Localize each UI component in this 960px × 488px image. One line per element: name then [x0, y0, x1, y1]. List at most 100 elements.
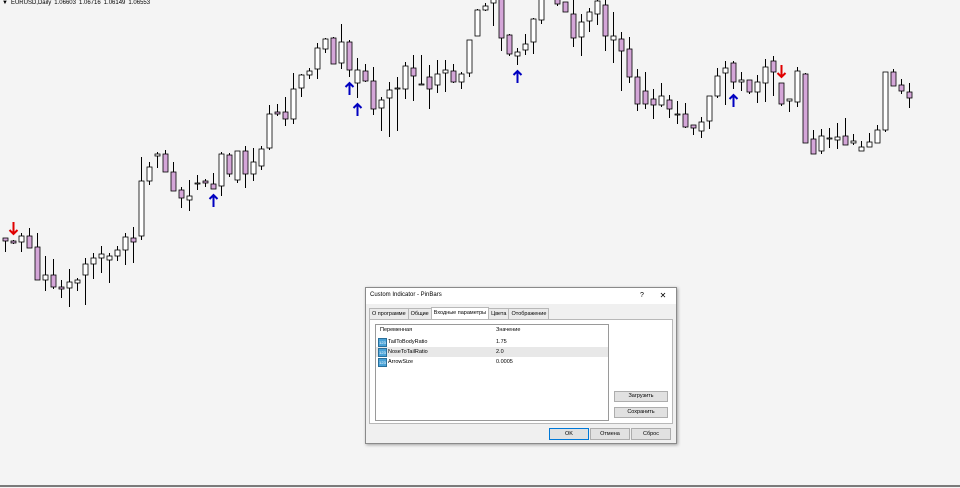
- candle: [866, 133, 873, 148]
- candle: [738, 72, 745, 91]
- candle: [386, 82, 393, 137]
- param-row-tail-to-body[interactable]: 123 TailToBodyRatio 1.75: [376, 337, 608, 347]
- candle: [26, 228, 33, 249]
- bear-candle-body: [746, 79, 753, 93]
- candle: [714, 68, 721, 98]
- save-button[interactable]: Сохранить: [614, 407, 668, 418]
- bull-candle-body: [338, 41, 345, 64]
- bear-candle-body: [450, 70, 457, 83]
- reset-button[interactable]: Сброс: [631, 428, 671, 440]
- param-row-nose-to-tail[interactable]: 123 NoseToTailRatio 2.0: [376, 347, 608, 357]
- bear-candle-body: [618, 38, 625, 52]
- candle: [434, 60, 441, 93]
- bear-candle-body: [2, 237, 9, 242]
- candle: [770, 56, 777, 96]
- bear-candle-body: [602, 4, 609, 37]
- candle: [498, 0, 505, 51]
- candle: [34, 233, 41, 281]
- candle: [682, 103, 689, 128]
- bull-candle-body: [322, 38, 329, 50]
- dialog-title: Custom Indicator - PinBars: [370, 292, 442, 298]
- bear-candle-body: [682, 113, 689, 128]
- bear-candle-body: [802, 73, 809, 144]
- chart-menu-arrow-icon[interactable]: ▼: [2, 0, 8, 6]
- bull-candle-body: [474, 9, 481, 37]
- candle: [138, 157, 145, 240]
- bull-candle-body: [586, 11, 593, 22]
- bull-candle-body: [314, 47, 321, 70]
- bull-candle-body: [850, 140, 857, 144]
- numeric-param-icon: 123: [378, 348, 387, 357]
- param-value[interactable]: 2.0: [496, 349, 504, 355]
- bull-candle-body: [762, 66, 769, 84]
- bull-candle-body: [706, 95, 713, 122]
- chart-symbol-header: ▼ EURUSD,Daily 1.06603 1.06716 1.06149 1…: [2, 0, 150, 6]
- candle: [178, 187, 185, 208]
- candle: [58, 280, 65, 298]
- candle: [146, 162, 153, 185]
- candle: [266, 105, 273, 150]
- candle: [450, 64, 457, 83]
- bear-candle-body: [506, 34, 513, 55]
- bull-candle-body: [298, 74, 305, 89]
- tab-inputs[interactable]: Входные параметры: [430, 307, 490, 319]
- candle: [330, 37, 337, 65]
- close-icon[interactable]: ✕: [656, 290, 670, 302]
- candle: [794, 67, 801, 107]
- candle: [106, 253, 113, 283]
- bull-candle-body: [482, 5, 489, 11]
- bull-candle-body: [82, 263, 89, 276]
- bear-candle-body: [730, 62, 737, 83]
- param-row-arrow-size[interactable]: 123 ArrowSize 0.0005: [376, 357, 608, 367]
- bear-candle-body: [50, 274, 57, 288]
- cancel-button[interactable]: Отмена: [590, 428, 630, 440]
- bull-candle-body: [122, 236, 129, 251]
- param-value[interactable]: 1.75: [496, 339, 507, 345]
- candle: [2, 237, 9, 252]
- tab-common[interactable]: Общие: [407, 308, 432, 319]
- candle: [314, 43, 321, 79]
- bull-candle-body: [826, 137, 833, 140]
- dialog-titlebar[interactable]: Custom Indicator - PinBars ? ✕: [366, 288, 676, 304]
- bull-candle-body: [106, 255, 113, 261]
- candle: [506, 34, 513, 56]
- bull-candle-body: [754, 81, 761, 93]
- candle: [250, 148, 257, 181]
- candle: [218, 152, 225, 196]
- tab-visualization[interactable]: Отображение: [508, 308, 550, 319]
- candle: [410, 55, 417, 101]
- candle: [554, 0, 561, 6]
- bull-candle-body: [138, 180, 145, 237]
- tab-about[interactable]: О программе: [369, 308, 409, 319]
- tab-colors[interactable]: Цвета: [488, 308, 510, 319]
- bull-candle-body: [434, 73, 441, 86]
- bear-candle-body: [226, 154, 233, 175]
- bull-candle-body: [594, 0, 601, 15]
- load-button[interactable]: Загрузить: [614, 391, 668, 402]
- parameters-table: Переменная Значение 123 TailToBodyRatio …: [375, 324, 609, 421]
- candle: [842, 118, 849, 146]
- candle: [658, 83, 665, 107]
- bull-candle-body: [834, 136, 841, 141]
- ok-button[interactable]: OK: [549, 428, 589, 440]
- candle: [570, 0, 577, 47]
- bull-candle-body: [578, 21, 585, 38]
- param-value[interactable]: 0.0005: [496, 359, 513, 365]
- column-header-variable[interactable]: Переменная: [380, 327, 412, 333]
- candle: [18, 233, 25, 252]
- help-icon[interactable]: ?: [636, 290, 648, 302]
- bull-candle-body: [674, 113, 681, 116]
- candle: [202, 179, 209, 187]
- bull-candle-body: [90, 257, 97, 265]
- dialog-tabs: О программе Общие Входные параметры Цвет…: [369, 307, 550, 319]
- candle: [234, 150, 241, 183]
- bear-candle-body: [642, 90, 649, 105]
- candle: [378, 97, 385, 131]
- candle: [802, 73, 809, 144]
- candle: [130, 227, 137, 263]
- candle: [66, 269, 73, 307]
- candle: [298, 74, 305, 97]
- bear-candle-body: [162, 153, 169, 173]
- column-header-value[interactable]: Значение: [496, 327, 520, 333]
- candle: [458, 72, 465, 89]
